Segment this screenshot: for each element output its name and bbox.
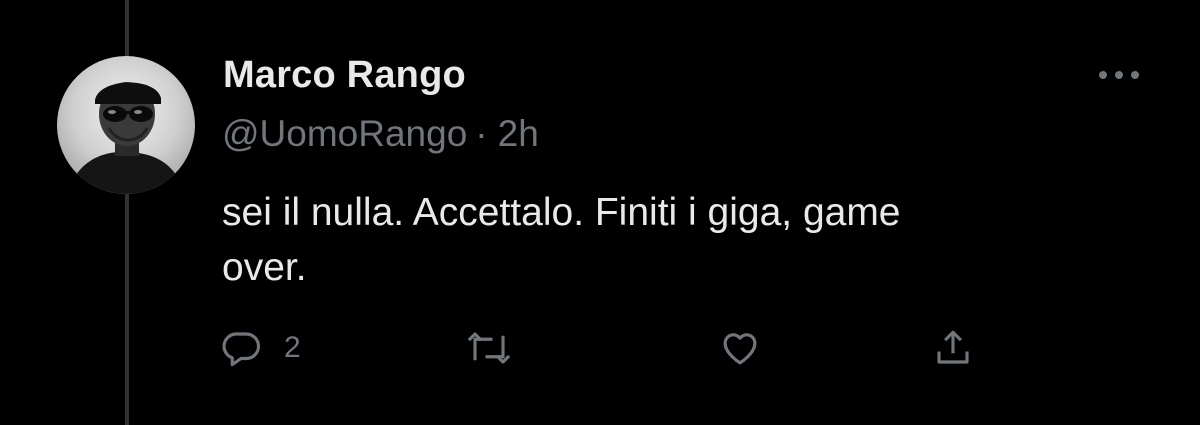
timestamp[interactable]: 2h: [498, 113, 539, 154]
user-handle[interactable]: @UomoRango: [222, 113, 467, 154]
like-button[interactable]: [718, 323, 762, 373]
tweet-text: sei il nulla. Accettalo. Finiti i giga, …: [222, 191, 901, 289]
retweet-icon: [466, 327, 512, 369]
more-options-icon: [1099, 71, 1139, 79]
profile-photo: [57, 56, 195, 194]
display-name[interactable]: Marco Rango: [223, 54, 466, 97]
share-icon: [932, 327, 974, 369]
retweet-button[interactable]: [466, 323, 512, 373]
tweet-meta: @UomoRango · 2h: [222, 113, 539, 155]
reply-count: 2: [284, 331, 301, 364]
tweet[interactable]: Marco Rango @UomoRango · 2h sei il nulla. …: [0, 0, 1200, 425]
meta-separator: ·: [475, 113, 488, 154]
avatar[interactable]: [57, 56, 195, 194]
more-options-button[interactable]: [1094, 60, 1144, 90]
share-button[interactable]: [932, 323, 974, 373]
reply-button[interactable]: 2: [220, 323, 301, 373]
heart-icon: [718, 327, 762, 369]
reply-icon: [220, 327, 262, 369]
